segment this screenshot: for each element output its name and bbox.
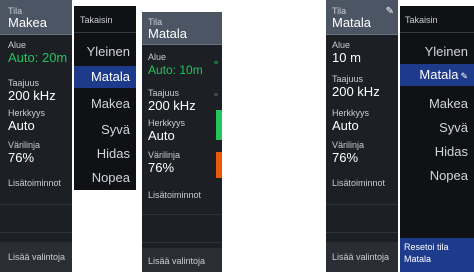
menu-item-makea[interactable]: Makea (429, 96, 468, 111)
alue-row[interactable]: Alue Auto: 10m (142, 50, 222, 78)
divider (142, 214, 222, 215)
more-options-label: Lisää valintoja (332, 252, 390, 262)
taajuus-label: Taajuus (148, 88, 180, 98)
lisatoiminnot-label: Lisätoiminnot (332, 178, 386, 188)
slider-dots-icon: ≡ (213, 60, 218, 67)
menu-item-hidas[interactable]: Hidas (435, 144, 468, 159)
more-options-label: Lisää valintoja (148, 256, 206, 266)
sensitivity-indicator (216, 110, 222, 140)
more-options-button[interactable]: Lisää valintoja (142, 248, 222, 272)
taajuus-row[interactable]: Taajuus 200 kHz (0, 76, 72, 104)
more-options-button[interactable]: Lisää valintoja (0, 242, 72, 272)
herkkyys-row[interactable]: Herkkyys Auto (142, 116, 222, 144)
menu-item-nopea[interactable]: Nopea (92, 170, 130, 185)
back-button[interactable]: Takaisin (80, 15, 113, 25)
divider (0, 204, 72, 205)
mode-menu-2: Takaisin Yleinen Matala ✎ Makea Syvä Hida… (400, 6, 474, 272)
alue-label: Alue (332, 40, 351, 50)
pencil-icon: ✎ (460, 71, 468, 81)
divider (326, 232, 398, 233)
menu-item-matala-label: Matala (419, 67, 459, 82)
divider (0, 232, 72, 233)
menu-item-nopea[interactable]: Nopea (430, 168, 468, 183)
menu-item-matala[interactable]: Matala (74, 66, 136, 88)
herkkyys-row[interactable]: Herkkyys Auto (0, 106, 72, 134)
reset-mode-button[interactable]: Resetoi tila Matala (400, 238, 474, 272)
tila-value: Makea (8, 15, 48, 30)
menu-item-yleinen[interactable]: Yleinen (425, 44, 468, 59)
divider (400, 32, 474, 33)
lisatoiminnot-row[interactable]: Lisätoiminnot (0, 176, 72, 192)
varilinja-label: Värilinja (8, 140, 41, 150)
menu-item-syva[interactable]: Syvä (101, 122, 130, 137)
herkkyys-value: Auto (8, 118, 35, 133)
alue-value: 10 m (332, 50, 361, 65)
lisatoiminnot-row[interactable]: Lisätoiminnot (326, 176, 398, 192)
divider (142, 242, 222, 243)
more-options-button[interactable]: Lisää valintoja (326, 242, 398, 272)
pencil-icon: ✎ (385, 6, 394, 17)
slider-dots-icon: ≡ (213, 92, 218, 99)
tila-row[interactable]: Tila Matala (142, 12, 222, 45)
alue-label: Alue (148, 52, 167, 62)
back-button[interactable]: Takaisin (405, 15, 438, 25)
colorline-indicator (216, 152, 222, 178)
menu-item-makea[interactable]: Makea (91, 96, 130, 111)
herkkyys-value: Auto (332, 118, 359, 133)
varilinja-row[interactable]: Värilinja 76% (0, 138, 72, 166)
varilinja-value: 76% (148, 160, 175, 175)
settings-panel-2: Tila Matala Alue Auto: 10m ≡ Taajuus 200… (142, 12, 222, 272)
herkkyys-label: Herkkyys (148, 118, 186, 128)
taajuus-row[interactable]: Taajuus 200 kHz (142, 86, 222, 114)
menu-item-yleinen[interactable]: Yleinen (87, 44, 130, 59)
herkkyys-label: Herkkyys (8, 108, 46, 118)
taajuus-value: 200 kHz (148, 98, 196, 113)
varilinja-row[interactable]: Värilinja 76% (326, 138, 398, 166)
settings-panel-3: Tila Matala ✎ Alue 10 m Taajuus 200 kHz … (326, 0, 398, 272)
taajuus-row[interactable]: Taajuus 200 kHz (326, 72, 398, 100)
tila-value: Matala (332, 15, 372, 30)
alue-value: Auto: 20m (8, 50, 68, 65)
varilinja-value: 76% (332, 150, 359, 165)
lisatoiminnot-row[interactable]: Lisätoiminnot (142, 188, 222, 204)
reset-mode-value: Matala (404, 254, 432, 264)
varilinja-row[interactable]: Värilinja 76% (142, 148, 222, 176)
taajuus-value: 200 kHz (332, 84, 380, 99)
lisatoiminnot-label: Lisätoiminnot (8, 178, 62, 188)
tila-row[interactable]: Tila Makea (0, 0, 72, 35)
divider (74, 32, 136, 33)
settings-panel-1: Tila Makea Alue Auto: 20m Taajuus 200 kH… (0, 0, 72, 272)
varilinja-label: Värilinja (148, 150, 181, 160)
herkkyys-value: Auto (148, 128, 175, 143)
tila-value: Matala (148, 26, 188, 41)
varilinja-value: 76% (8, 150, 35, 165)
alue-row[interactable]: Alue Auto: 20m (0, 38, 72, 66)
taajuus-label: Taajuus (332, 74, 364, 84)
reset-mode-label: Resetoi tila (404, 242, 449, 252)
mode-menu-1: Takaisin Yleinen Matala Makea Syvä Hidas… (74, 6, 136, 190)
menu-item-hidas[interactable]: Hidas (97, 146, 130, 161)
herkkyys-row[interactable]: Herkkyys Auto (326, 106, 398, 134)
tila-row[interactable]: Tila Matala ✎ (326, 0, 398, 35)
alue-label: Alue (8, 40, 27, 50)
divider (326, 204, 398, 205)
taajuus-value: 200 kHz (8, 88, 56, 103)
alue-value: Auto: 10m (148, 63, 203, 77)
taajuus-label: Taajuus (8, 78, 40, 88)
more-options-label: Lisää valintoja (8, 252, 66, 262)
menu-item-matala[interactable]: Matala ✎ (400, 64, 474, 86)
alue-row[interactable]: Alue 10 m (326, 38, 398, 66)
varilinja-label: Värilinja (332, 140, 365, 150)
lisatoiminnot-label: Lisätoiminnot (148, 190, 202, 200)
herkkyys-label: Herkkyys (332, 108, 370, 118)
menu-item-syva[interactable]: Syvä (439, 120, 468, 135)
